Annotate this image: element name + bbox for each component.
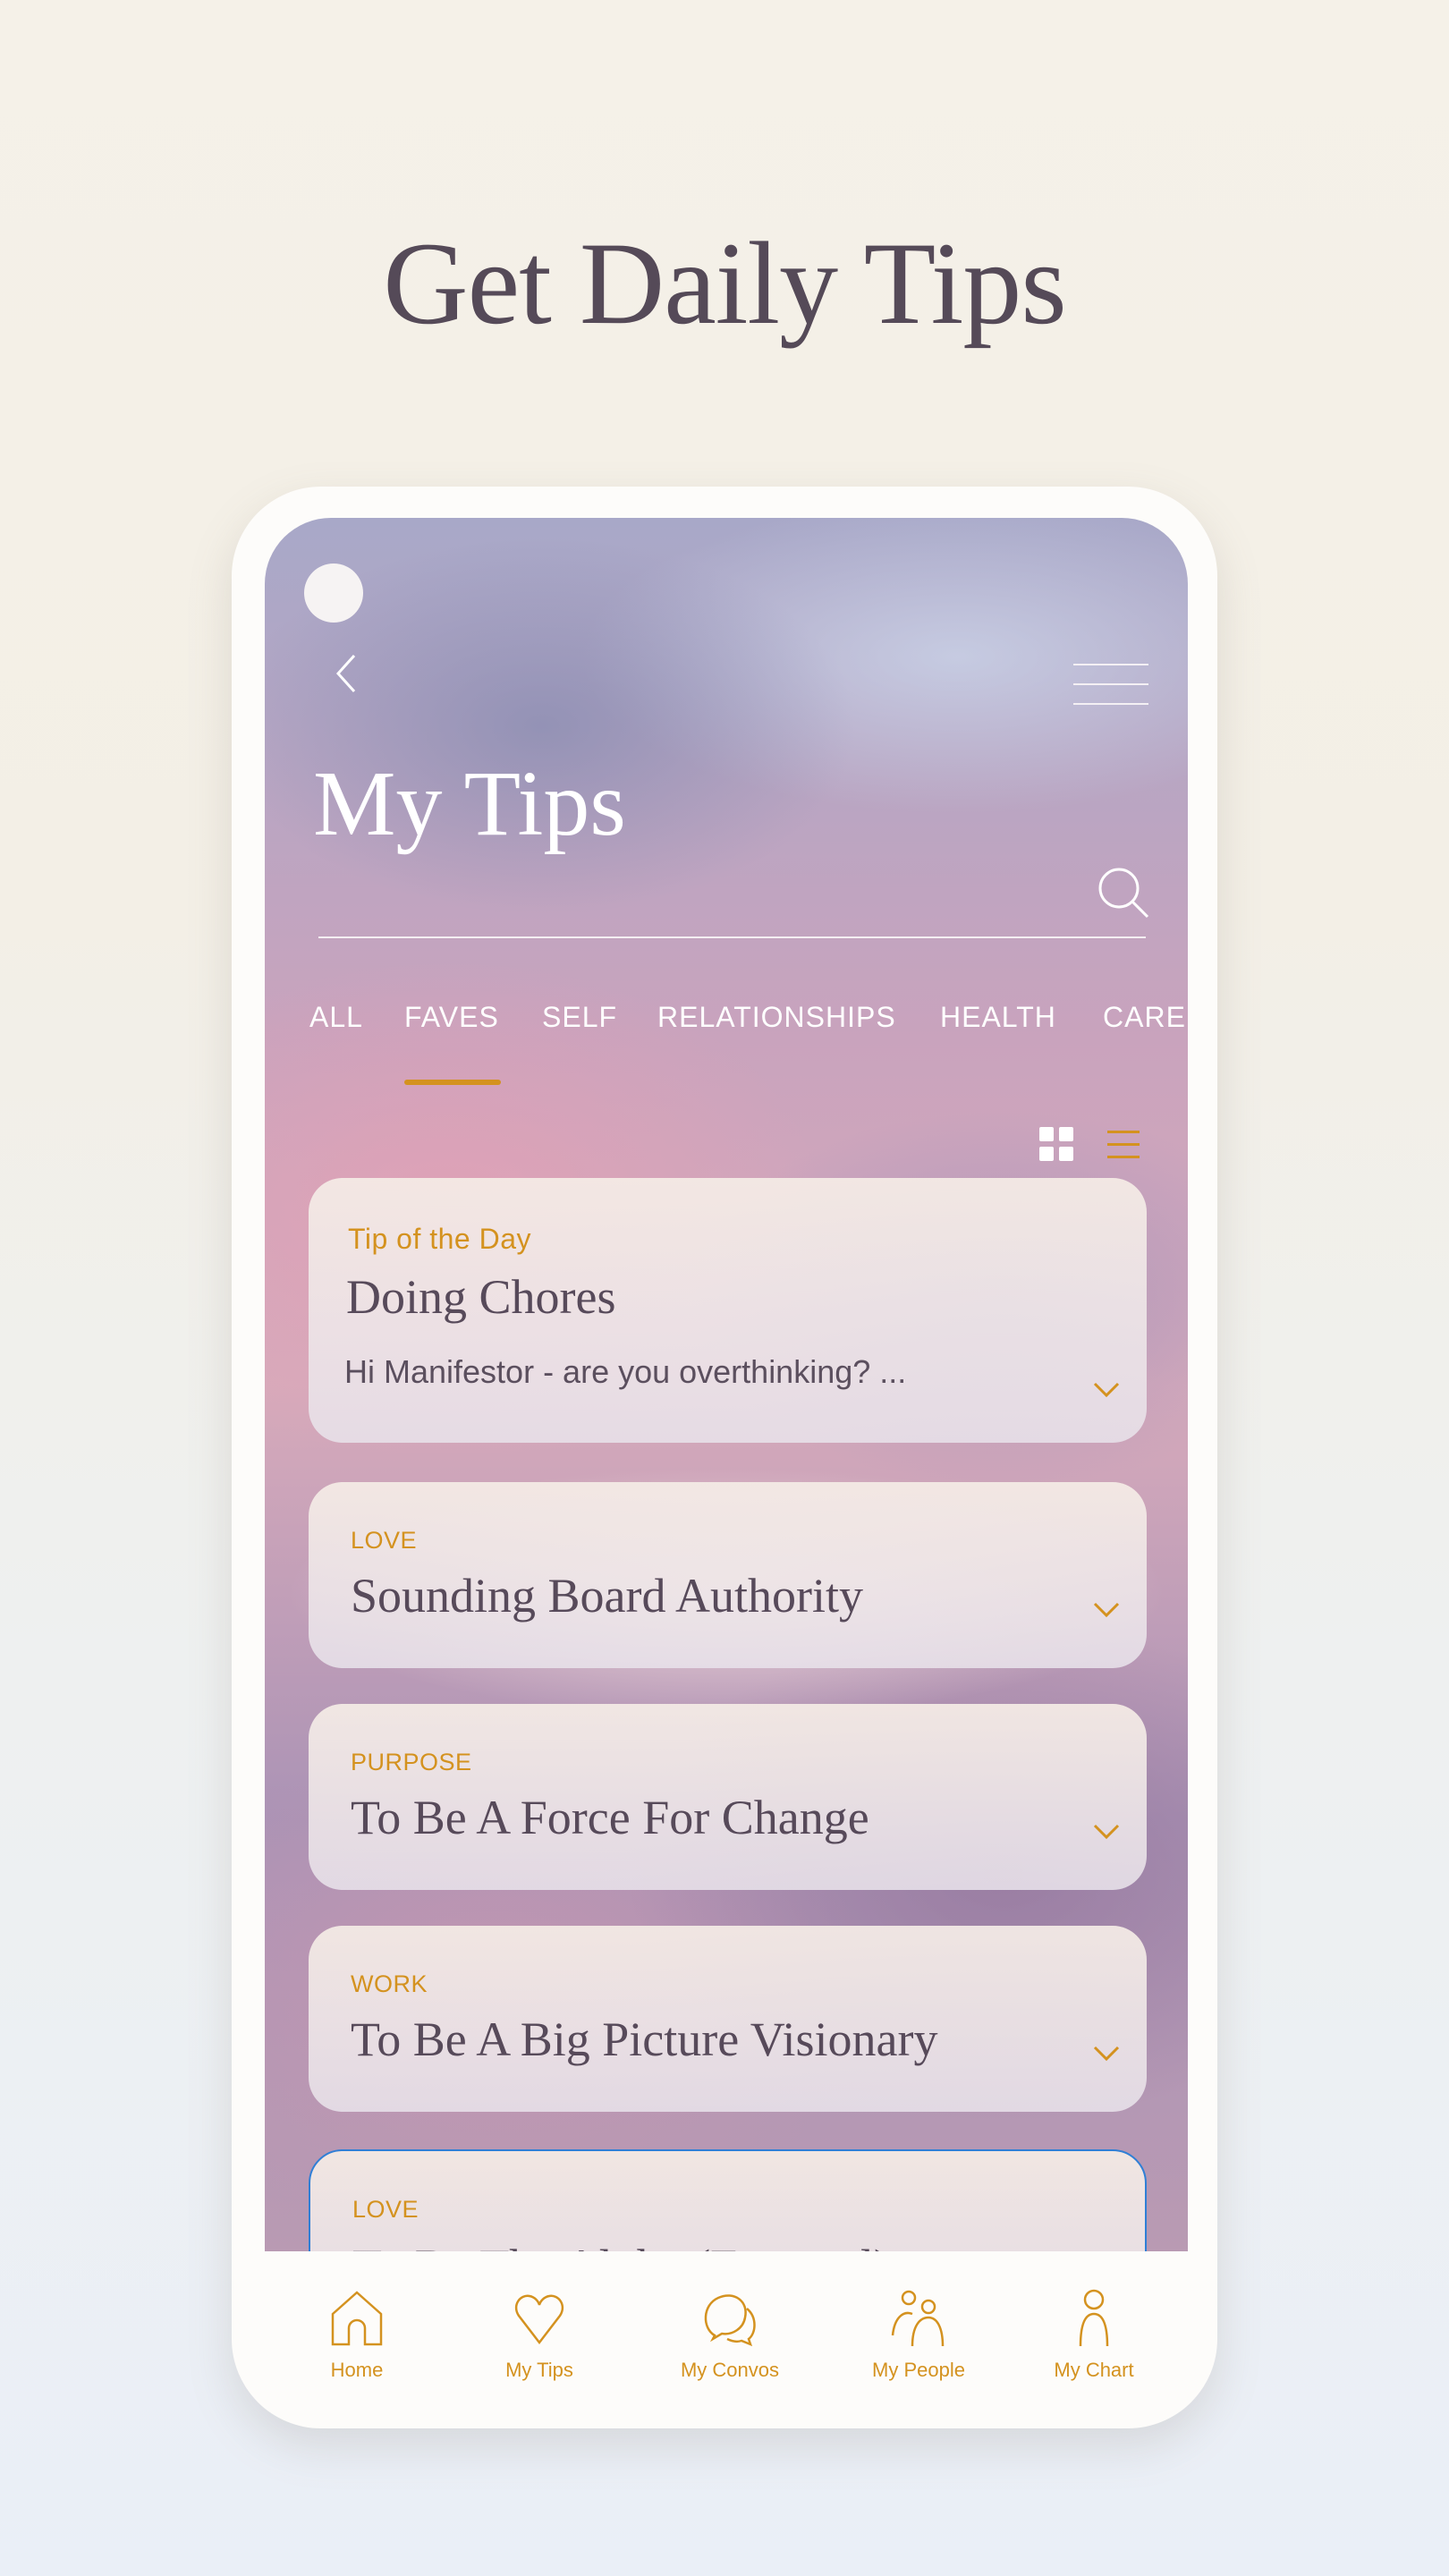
nav-label: Home bbox=[330, 2359, 384, 2381]
tip-category: LOVE bbox=[352, 2196, 419, 2223]
nav-label: My Tips bbox=[505, 2359, 573, 2381]
nav-label: My Convos bbox=[680, 2359, 780, 2381]
tip-title: To Be A Force For Change bbox=[351, 1791, 869, 1844]
home-icon bbox=[331, 2291, 383, 2346]
nav-my-people[interactable]: My People bbox=[847, 2287, 990, 2382]
grid-view-icon[interactable] bbox=[1039, 1127, 1073, 1161]
app-screen: My Tips ALL FAVES SELF RELATIONSHIPS HEA… bbox=[265, 518, 1188, 2251]
nav-my-chart[interactable]: My Chart bbox=[1022, 2287, 1165, 2382]
tab-all[interactable]: ALL bbox=[309, 1001, 363, 1034]
search-input[interactable] bbox=[318, 865, 1149, 938]
tip-category: WORK bbox=[351, 1970, 428, 1997]
back-chevron-icon[interactable] bbox=[329, 650, 365, 697]
tip-card-selected[interactable]: LOVE To Be The Alpha (External) bbox=[309, 2149, 1147, 2251]
tab-faves[interactable]: FAVES bbox=[404, 1001, 499, 1034]
tip-preview: Hi Manifestor - are you overthinking? ..… bbox=[344, 1353, 907, 1390]
tip-category: PURPOSE bbox=[351, 1749, 472, 1775]
list-view-icon[interactable] bbox=[1104, 1127, 1140, 1161]
chevron-down-icon[interactable] bbox=[1093, 2046, 1120, 2062]
tab-relationships[interactable]: RELATIONSHIPS bbox=[657, 1001, 896, 1034]
nav-my-tips[interactable]: My Tips bbox=[468, 2287, 611, 2382]
tip-category: LOVE bbox=[351, 1527, 418, 1554]
page-title: My Tips bbox=[313, 752, 626, 855]
tip-title: To Be A Big Picture Visionary bbox=[351, 2012, 938, 2066]
tip-card[interactable]: Tip of the Day Doing Chores Hi Manifesto… bbox=[309, 1178, 1147, 1443]
tip-card[interactable]: WORK To Be A Big Picture Visionary bbox=[309, 1926, 1147, 2112]
people-icon bbox=[891, 2290, 945, 2347]
chevron-down-icon[interactable] bbox=[1093, 1824, 1120, 1840]
tab-health[interactable]: HEALTH bbox=[940, 1001, 1056, 1034]
tip-title: Doing Chores bbox=[346, 1270, 616, 1324]
tab-care[interactable]: CARE bbox=[1103, 1001, 1186, 1034]
chevron-down-icon[interactable] bbox=[1093, 1602, 1120, 1618]
nav-label: My Chart bbox=[1054, 2359, 1134, 2381]
tip-card[interactable]: LOVE Sounding Board Authority bbox=[309, 1482, 1147, 1668]
search-icon[interactable] bbox=[1096, 865, 1151, 920]
bottom-nav: Home My Tips My Convos My People My Char… bbox=[265, 2251, 1188, 2428]
tip-card[interactable]: PURPOSE To Be A Force For Change bbox=[309, 1704, 1147, 1890]
chevron-down-icon[interactable] bbox=[1093, 1382, 1120, 1398]
nav-home[interactable]: Home bbox=[285, 2287, 428, 2382]
camera-cutout bbox=[304, 564, 363, 623]
page-headline: Get Daily Tips bbox=[383, 217, 1067, 349]
person-icon bbox=[1079, 2289, 1109, 2347]
heart-icon bbox=[514, 2294, 564, 2345]
tab-self[interactable]: SELF bbox=[542, 1001, 617, 1034]
active-tab-underline bbox=[404, 1080, 501, 1085]
phone-frame: My Tips ALL FAVES SELF RELATIONSHIPS HEA… bbox=[232, 487, 1217, 2428]
nav-my-convos[interactable]: My Convos bbox=[658, 2287, 801, 2382]
tip-title: To Be The Alpha (External) bbox=[352, 2239, 890, 2251]
tip-title: Sounding Board Authority bbox=[351, 1569, 864, 1623]
tip-category: Tip of the Day bbox=[348, 1223, 532, 1255]
chat-icon bbox=[704, 2294, 756, 2347]
nav-label: My People bbox=[872, 2359, 965, 2381]
hamburger-menu-icon[interactable] bbox=[1073, 664, 1148, 707]
